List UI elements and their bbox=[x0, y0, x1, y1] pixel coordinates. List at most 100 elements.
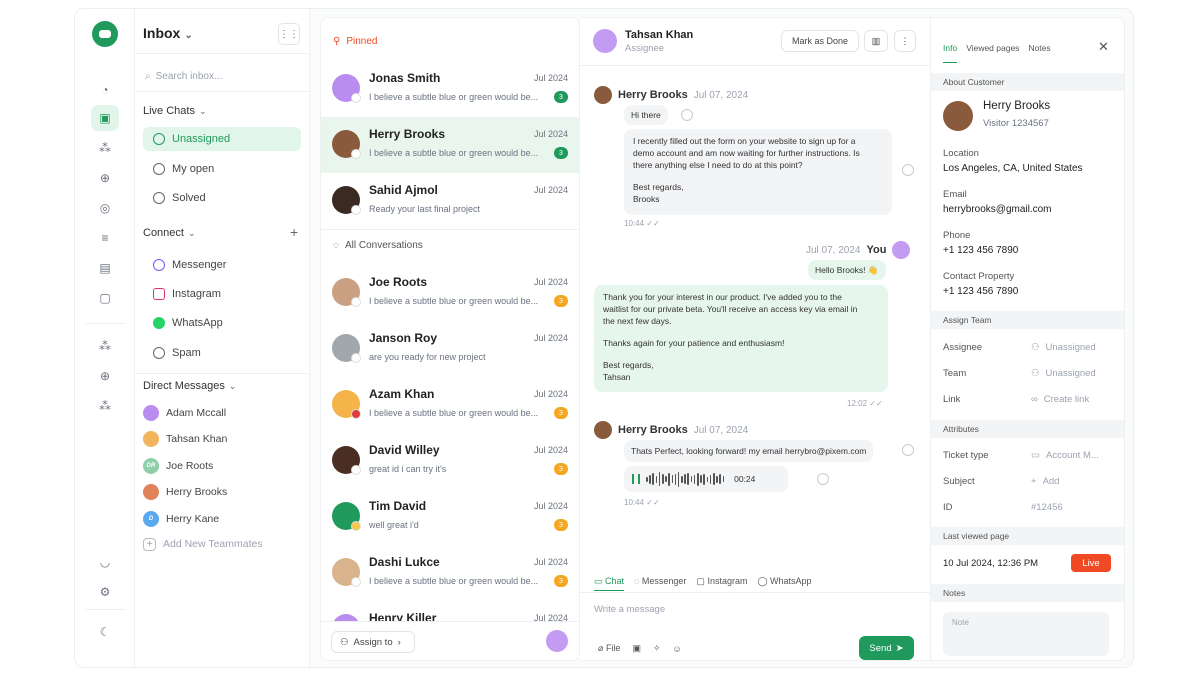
message-bubble: I recently filled out the form on your w… bbox=[624, 129, 892, 215]
conversation-name: Herry Brooks bbox=[369, 127, 446, 141]
dm-item[interactable]: Adam Mccall bbox=[143, 403, 226, 423]
message-line: the next few days. bbox=[603, 316, 672, 326]
tab-whatsapp[interactable]: ◯ WhatsApp bbox=[757, 576, 811, 591]
attach-file-button[interactable]: ⌀ File bbox=[598, 643, 620, 654]
tab-messenger[interactable]: ◌ Messenger bbox=[634, 576, 686, 591]
dark-mode-moon-icon[interactable]: ☾ bbox=[91, 619, 119, 645]
direct-messages-header[interactable]: Direct Messages ⌄ bbox=[143, 380, 236, 392]
pinned-header: ⚲ Pinned bbox=[333, 36, 377, 47]
mark-as-done-button[interactable]: Mark as Done bbox=[781, 30, 859, 52]
dm-item[interactable]: D Herry Kane bbox=[143, 509, 219, 529]
conversation-row[interactable]: Joe Roots Jul 2024 I believe a subtle bl… bbox=[321, 265, 579, 321]
conversation-date: Jul 2024 bbox=[533, 185, 568, 195]
workflow-icon[interactable]: ⁂ bbox=[91, 333, 119, 359]
conversation-preview: I believe a subtle blue or green would b… bbox=[369, 296, 539, 306]
dm-item[interactable]: DR Joe Roots bbox=[143, 456, 213, 476]
inbox-title[interactable]: Inbox ⌄ bbox=[143, 25, 193, 41]
conversation-row[interactable]: Janson Roy Jul 2024 are you ready for ne… bbox=[321, 321, 579, 377]
email-value[interactable]: herrybrooks@gmail.com bbox=[943, 204, 1052, 215]
field-label: Subject bbox=[943, 476, 975, 487]
panel-toggle-icon[interactable]: ▥ bbox=[864, 30, 888, 52]
inbox-icon[interactable]: ▣ bbox=[91, 105, 119, 131]
more-options-icon[interactable]: ⋮ bbox=[894, 30, 916, 52]
assign-to-button[interactable]: ⚇ Assign to › bbox=[331, 631, 415, 653]
nav-messenger[interactable]: Messenger bbox=[143, 253, 301, 277]
create-link-button[interactable]: ∞ Create link bbox=[1031, 394, 1089, 405]
team-icon[interactable]: ⁂ bbox=[91, 393, 119, 419]
tab-notes[interactable]: Notes bbox=[1028, 43, 1050, 63]
dm-item[interactable]: Herry Brooks bbox=[143, 482, 227, 502]
filter-toggle-button[interactable]: ⋮⋮ bbox=[278, 23, 300, 45]
settings-gear-icon[interactable]: ⚙ bbox=[91, 579, 119, 605]
sliders-icon[interactable]: ≡ bbox=[91, 225, 119, 251]
conversation-row[interactable]: Sahid Ajmol Jul 2024 Ready your last fin… bbox=[321, 173, 579, 229]
assignee-select[interactable]: ⚇ Unassigned bbox=[1031, 342, 1096, 353]
all-conversations-header: ◌ All Conversations bbox=[333, 240, 423, 251]
send-button[interactable]: Send ➤ bbox=[859, 636, 914, 660]
flag-icon bbox=[351, 409, 361, 419]
dm-item[interactable]: Tahsan Khan bbox=[143, 429, 227, 449]
pause-icon[interactable] bbox=[632, 474, 640, 484]
voice-message[interactable]: 00:24 bbox=[624, 466, 788, 492]
headset-icon[interactable]: ◡ bbox=[91, 549, 119, 575]
waveform-bar bbox=[712, 473, 715, 485]
note-input[interactable]: Note bbox=[943, 612, 1109, 656]
tab-label: WhatsApp bbox=[770, 576, 812, 586]
tab-chat[interactable]: ▭ Chat bbox=[594, 576, 625, 591]
users-icon[interactable]: ◎ bbox=[91, 195, 119, 221]
phone-value[interactable]: +1 123 456 7890 bbox=[943, 245, 1018, 256]
network-icon[interactable]: ⁂ bbox=[91, 135, 119, 161]
live-chats-header[interactable]: Live Chats ⌄ bbox=[143, 105, 207, 117]
message-input[interactable]: Write a message bbox=[594, 604, 665, 615]
emoji-icon[interactable]: ☺ bbox=[673, 644, 682, 654]
nav-label: Messenger bbox=[172, 259, 227, 271]
nav-whatsapp[interactable]: WhatsApp bbox=[143, 311, 301, 335]
emoji-icon[interactable] bbox=[902, 164, 914, 176]
conversation-row[interactable]: Dashi Lukce Jul 2024 I believe a subtle … bbox=[321, 545, 579, 601]
conversation-date: Jul 2024 bbox=[533, 557, 568, 567]
conversation-row[interactable]: Azam Khan Jul 2024 I believe a subtle bl… bbox=[321, 377, 579, 433]
tab-instagram[interactable]: ▢ Instagram bbox=[696, 576, 747, 591]
conversation-row[interactable]: Tim David Jul 2024 well great i'd 3 bbox=[321, 489, 579, 545]
waveform-bar bbox=[687, 473, 690, 485]
ticket-icon[interactable]: ▢ bbox=[91, 285, 119, 311]
avatar bbox=[143, 431, 159, 447]
conversation-row[interactable]: Herry Brooks Jul 2024 I believe a subtle… bbox=[321, 117, 579, 173]
nav-instagram[interactable]: Instagram bbox=[143, 282, 301, 306]
waveform-bar bbox=[652, 473, 654, 485]
conversation-row[interactable]: Jonas Smith Jul 2024 I believe a subtle … bbox=[321, 61, 579, 117]
tab-info[interactable]: Info bbox=[943, 43, 958, 63]
magic-wand-icon[interactable]: ✧ bbox=[653, 643, 661, 654]
close-icon[interactable]: ✕ bbox=[1098, 39, 1109, 55]
tab-viewed-pages[interactable]: Viewed pages bbox=[966, 43, 1019, 63]
nav-spam[interactable]: Spam bbox=[143, 341, 301, 365]
nav-unassigned[interactable]: Unassigned bbox=[143, 127, 301, 151]
nav-my-open[interactable]: My open bbox=[143, 157, 301, 181]
compass-icon[interactable]: ⊕ bbox=[91, 363, 119, 389]
message-header-own: Jul 07, 2024 You bbox=[806, 241, 911, 259]
current-user-avatar[interactable] bbox=[546, 630, 568, 652]
nav-solved[interactable]: Solved bbox=[143, 186, 301, 210]
dashboard-icon[interactable]: ◔ bbox=[91, 77, 119, 103]
search-input[interactable]: ⌕ Search inbox... bbox=[143, 65, 303, 87]
emoji-icon[interactable] bbox=[817, 473, 829, 485]
whatsapp-icon bbox=[153, 317, 165, 329]
conversation-row[interactable]: David Willey Jul 2024 great id i can try… bbox=[321, 433, 579, 489]
connect-header[interactable]: Connect ⌄ bbox=[143, 227, 196, 239]
emoji-icon[interactable] bbox=[902, 444, 914, 456]
sender-name: Herry Brooks bbox=[618, 424, 688, 436]
divider bbox=[321, 229, 579, 230]
reports-icon[interactable]: ▤ bbox=[91, 255, 119, 281]
team-select[interactable]: ⚇ Unassigned bbox=[1031, 368, 1096, 379]
add-subject-button[interactable]: + Add bbox=[1031, 476, 1059, 487]
image-icon[interactable]: ▣ bbox=[632, 643, 641, 654]
target-icon[interactable]: ⊕ bbox=[91, 165, 119, 191]
emoji-icon[interactable] bbox=[681, 109, 693, 121]
ticket-type-select[interactable]: ▭ Account M... bbox=[1031, 450, 1099, 461]
add-connection-plus-icon[interactable]: + bbox=[290, 224, 298, 240]
tab-label: Messenger bbox=[641, 576, 687, 586]
waveform bbox=[646, 471, 725, 487]
add-teammates-button[interactable]: + Add New Teammates bbox=[143, 534, 263, 554]
